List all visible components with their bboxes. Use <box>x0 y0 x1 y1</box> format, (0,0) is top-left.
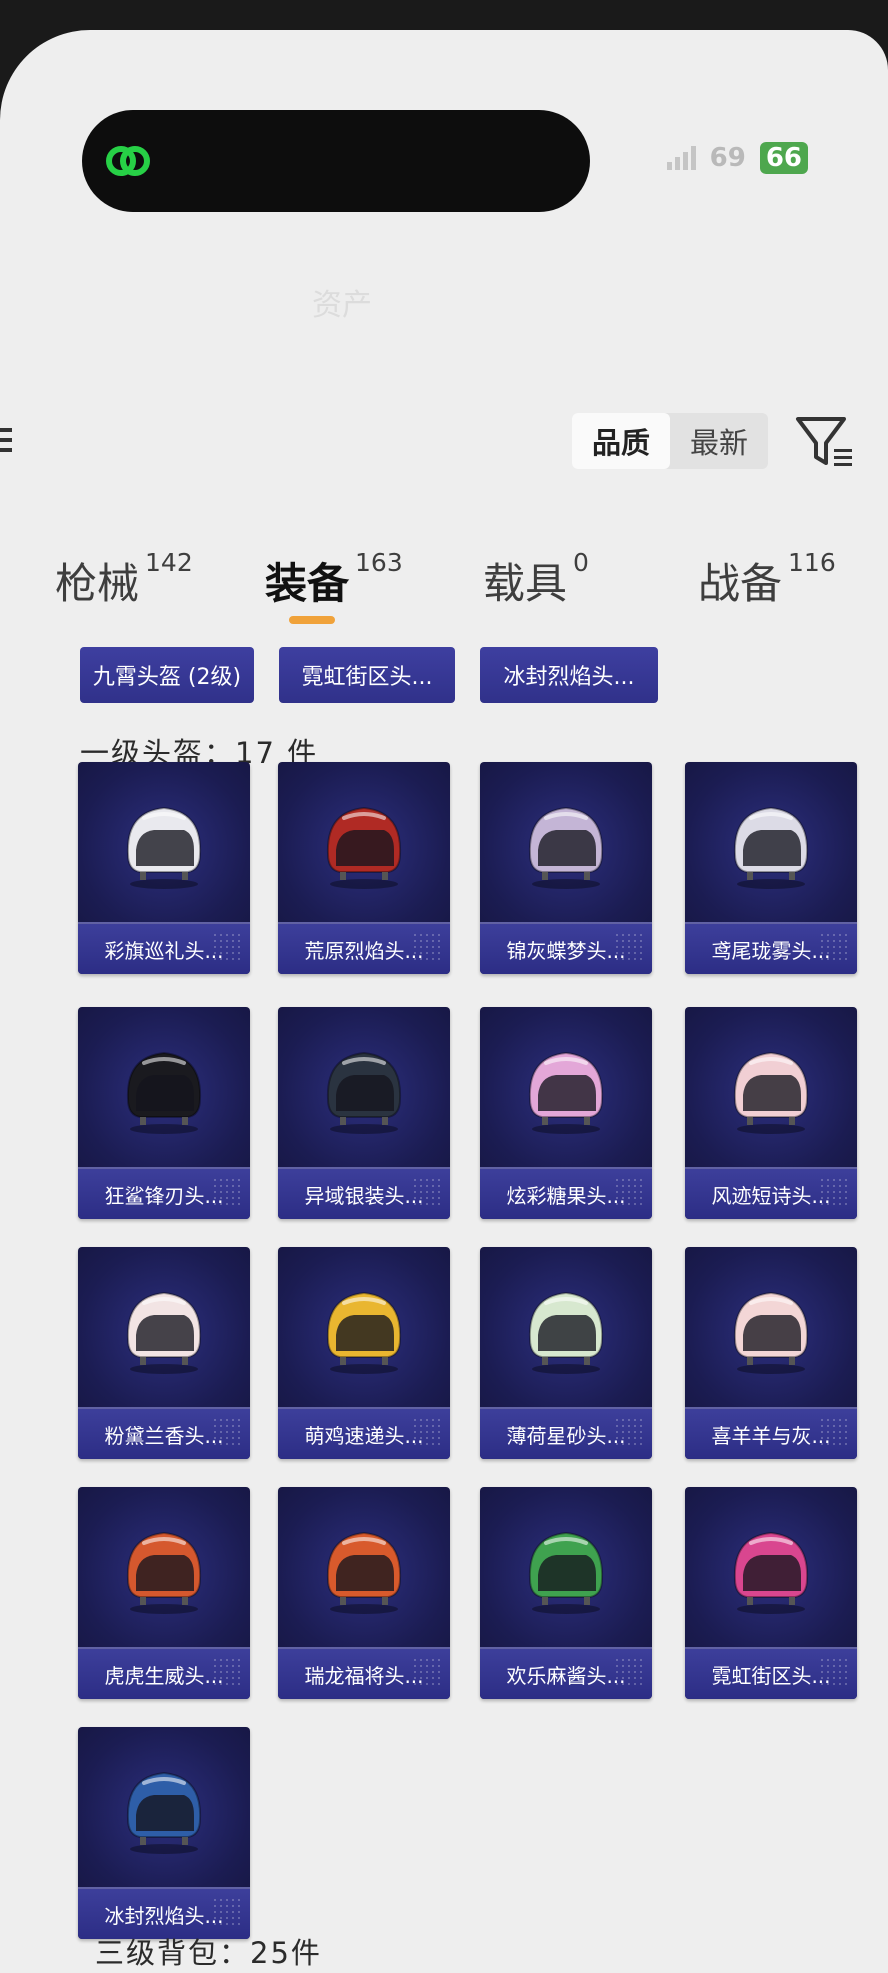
item-card[interactable]: 彩旗巡礼头... <box>78 762 250 974</box>
battery-indicator: 66 <box>759 142 808 174</box>
item-card[interactable]: 欢乐麻酱头... <box>480 1487 652 1699</box>
item-card[interactable]: 异域银装头... <box>278 1007 450 1219</box>
item-name: 霓虹街区头... <box>685 1647 857 1699</box>
tab-equipment[interactable]: 装备 163 <box>265 548 403 611</box>
item-name: 薄荷星砂头... <box>480 1407 652 1459</box>
signal-text: 69 <box>709 143 746 173</box>
item-card[interactable]: 鸢尾珑雾头... <box>685 762 857 974</box>
item-card[interactable]: 薄荷星砂头... <box>480 1247 652 1459</box>
signal-icon <box>666 146 696 170</box>
item-card[interactable]: 荒原烈焰头... <box>278 762 450 974</box>
helmet-icon <box>528 1291 604 1374</box>
item-card[interactable]: 虎虎生威头... <box>78 1487 250 1699</box>
helmet-icon <box>528 1051 604 1134</box>
section-title-text: 三级背包： <box>95 1936 251 1970</box>
tab-label: 载具 <box>483 559 568 608</box>
item-name: 瑞龙福将头... <box>278 1647 450 1699</box>
tab-supplies[interactable]: 战备 116 <box>698 548 836 611</box>
item-name: 狂鲨锋刃头... <box>78 1167 250 1219</box>
page-title: 资产 <box>312 288 372 323</box>
sort-toggle: 品质 最新 <box>572 413 768 469</box>
helmet-icon <box>733 1051 809 1134</box>
section-count: 25件 <box>250 1936 322 1970</box>
helmet-icon <box>126 1771 202 1854</box>
item-name: 锦灰蝶梦头... <box>480 922 652 974</box>
next-section-title: 三级背包：25件 <box>95 1930 322 1972</box>
item-name: 炫彩糖果头... <box>480 1167 652 1219</box>
helmet-icon <box>326 1051 402 1134</box>
tab-count: 116 <box>788 548 836 577</box>
helmet-icon <box>126 806 202 889</box>
chip-item[interactable]: 九霄头盔 (2级) <box>80 647 254 703</box>
item-card[interactable]: 冰封烈焰头... <box>78 1727 250 1939</box>
item-name: 虎虎生威头... <box>78 1647 250 1699</box>
item-name: 欢乐麻酱头... <box>480 1647 652 1699</box>
helmet-icon <box>733 1531 809 1614</box>
item-name: 鸢尾珑雾头... <box>685 922 857 974</box>
item-card[interactable]: 霓虹街区头... <box>685 1487 857 1699</box>
item-card[interactable]: 萌鸡速递头... <box>278 1247 450 1459</box>
item-name: 粉黛兰香头... <box>78 1407 250 1459</box>
item-name: 荒原烈焰头... <box>278 922 450 974</box>
item-card[interactable]: 风迹短诗头... <box>685 1007 857 1219</box>
tab-count: 163 <box>355 548 403 577</box>
helmet-icon <box>733 1291 809 1374</box>
dynamic-island <box>82 110 590 212</box>
helmet-icon <box>326 1291 402 1374</box>
helmet-icon <box>126 1531 202 1614</box>
tab-vehicles[interactable]: 载具 0 <box>483 548 589 611</box>
helmet-icon <box>733 806 809 889</box>
tab-count: 0 <box>573 548 589 577</box>
helmet-icon <box>528 806 604 889</box>
active-tab-indicator <box>289 616 335 624</box>
helmet-icon <box>326 806 402 889</box>
chip-item[interactable]: 冰封烈焰头... <box>480 647 658 703</box>
item-card[interactable]: 锦灰蝶梦头... <box>480 762 652 974</box>
app-logo-icon <box>106 146 150 176</box>
item-name: 异域银装头... <box>278 1167 450 1219</box>
category-tabs: 枪械 142 装备 163 载具 0 战备 116 <box>0 548 888 630</box>
item-card[interactable]: 狂鲨锋刃头... <box>78 1007 250 1219</box>
tab-count: 142 <box>145 548 193 577</box>
item-card[interactable]: 粉黛兰香头... <box>78 1247 250 1459</box>
helmet-icon <box>528 1531 604 1614</box>
tab-label: 战备 <box>698 559 783 608</box>
helmet-icon <box>126 1291 202 1374</box>
helmet-icon <box>326 1531 402 1614</box>
item-card[interactable]: 炫彩糖果头... <box>480 1007 652 1219</box>
tab-label: 装备 <box>265 559 350 608</box>
tab-firearms[interactable]: 枪械 142 <box>55 548 193 611</box>
sort-newest-button[interactable]: 最新 <box>670 413 768 469</box>
item-name: 喜羊羊与灰... <box>685 1407 857 1459</box>
menu-icon[interactable] <box>0 428 12 456</box>
tab-label: 枪械 <box>55 559 140 608</box>
status-bar: 69 66 <box>666 142 808 174</box>
helmet-icon <box>126 1051 202 1134</box>
item-name: 彩旗巡礼头... <box>78 922 250 974</box>
chip-item[interactable]: 霓虹街区头... <box>279 647 455 703</box>
filter-icon[interactable] <box>794 413 856 471</box>
item-name: 萌鸡速递头... <box>278 1407 450 1459</box>
app-screen: 69 66 资产 品质 最新 枪械 142 装备 163 载具 0 战备 116 <box>0 30 888 1973</box>
item-card[interactable]: 瑞龙福将头... <box>278 1487 450 1699</box>
item-name: 风迹短诗头... <box>685 1167 857 1219</box>
sort-quality-button[interactable]: 品质 <box>572 413 670 469</box>
item-card[interactable]: 喜羊羊与灰... <box>685 1247 857 1459</box>
